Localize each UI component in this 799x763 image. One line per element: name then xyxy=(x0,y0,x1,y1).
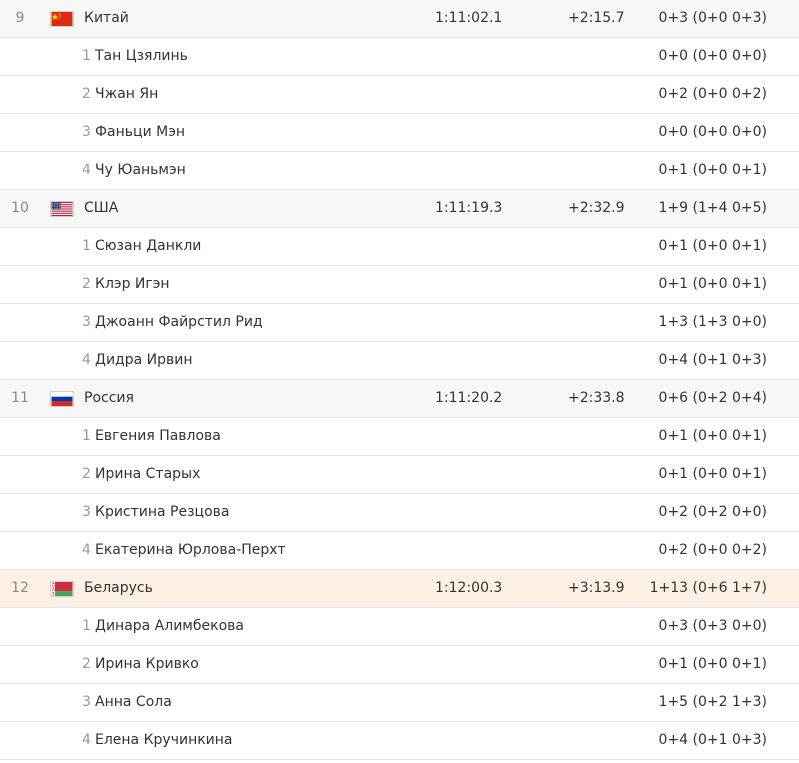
team-country: Россия xyxy=(84,390,134,406)
athlete-name: Фаньци Мэн xyxy=(95,124,186,140)
team-time: 1:11:19.3 xyxy=(435,200,503,216)
athlete-penalties: 0+1 (0+0 0+1) xyxy=(658,238,767,254)
athlete-penalties: 0+0 (0+0 0+0) xyxy=(658,124,767,140)
athlete-name: Чу Юаньмэн xyxy=(95,162,186,178)
team-country: Китай xyxy=(84,10,129,26)
athlete-leg-number: 4 xyxy=(82,542,91,558)
athlete-leg-number: 1 xyxy=(82,48,91,64)
athlete-leg-number: 4 xyxy=(82,732,91,748)
athlete-name: Екатерина Юрлова-Перхт xyxy=(95,542,286,558)
athlete-leg-number: 1 xyxy=(82,428,91,444)
athlete-name: Клэр Игэн xyxy=(95,276,170,292)
team-gap: +3:13.9 xyxy=(568,580,625,596)
team-row-9[interactable]: 9 Китай 1:11:02.1 +2:15.7 0+3 (0+0 0+3) xyxy=(0,0,799,38)
team-gap: +2:15.7 xyxy=(568,10,625,26)
athlete-row[interactable]: 2 Клэр Игэн 0+1 (0+0 0+1) xyxy=(0,266,799,304)
athlete-row[interactable]: 1 Сюзан Данкли 0+1 (0+0 0+1) xyxy=(0,228,799,266)
team-country: Беларусь xyxy=(84,580,153,596)
athlete-penalties: 0+2 (0+0 0+2) xyxy=(658,86,767,102)
athlete-penalties: 0+1 (0+0 0+1) xyxy=(658,466,767,482)
athlete-name: Кристина Резцова xyxy=(95,504,230,520)
athlete-row[interactable]: 3 Анна Сола 1+5 (0+2 1+3) xyxy=(0,684,799,722)
athlete-leg-number: 3 xyxy=(82,124,91,140)
athlete-name: Дидра Ирвин xyxy=(95,352,193,368)
relay-results-table: 9 Китай 1:11:02.1 +2:15.7 0+3 (0+0 0+3) … xyxy=(0,0,799,760)
athlete-name: Чжан Ян xyxy=(95,86,159,102)
team-penalties: 1+13 (0+6 1+7) xyxy=(649,580,767,596)
athlete-row[interactable]: 4 Екатерина Юрлова-Перхт 0+2 (0+0 0+2) xyxy=(0,532,799,570)
team-row-10[interactable]: 10 США 1:11:19.3 +2:32.9 1+9 (1+4 0+5) xyxy=(0,190,799,228)
athlete-row[interactable]: 3 Джоанн Файрстил Рид 1+3 (1+3 0+0) xyxy=(0,304,799,342)
athlete-name: Динара Алимбекова xyxy=(95,618,244,634)
team-time: 1:11:20.2 xyxy=(435,390,503,406)
athlete-leg-number: 2 xyxy=(82,276,91,292)
athlete-leg-number: 2 xyxy=(82,86,91,102)
team-rank: 11 xyxy=(11,390,29,406)
athlete-row[interactable]: 2 Ирина Кривко 0+1 (0+0 0+1) xyxy=(0,646,799,684)
team-time: 1:12:00.3 xyxy=(435,580,503,596)
athlete-leg-number: 2 xyxy=(82,466,91,482)
athlete-row[interactable]: 2 Ирина Старых 0+1 (0+0 0+1) xyxy=(0,456,799,494)
team-penalties: 0+3 (0+0 0+3) xyxy=(658,10,767,26)
athlete-row[interactable]: 1 Евгения Павлова 0+1 (0+0 0+1) xyxy=(0,418,799,456)
athlete-row[interactable]: 1 Динара Алимбекова 0+3 (0+3 0+0) xyxy=(0,608,799,646)
athlete-row[interactable]: 2 Чжан Ян 0+2 (0+0 0+2) xyxy=(0,76,799,114)
athlete-penalties: 0+4 (0+1 0+3) xyxy=(658,732,767,748)
belarus-flag-icon xyxy=(50,581,74,597)
team-rank: 12 xyxy=(11,580,29,596)
team-row-12[interactable]: 12 Беларусь 1:12:00.3 +3:13.9 1+13 (0+6 … xyxy=(0,570,799,608)
athlete-row[interactable]: 1 Тан Цзялинь 0+0 (0+0 0+0) xyxy=(0,38,799,76)
team-penalties: 0+6 (0+2 0+4) xyxy=(658,390,767,406)
athlete-name: Евгения Павлова xyxy=(95,428,221,444)
athlete-name: Сюзан Данкли xyxy=(95,238,202,254)
team-rank: 10 xyxy=(11,200,29,216)
athlete-leg-number: 1 xyxy=(82,618,91,634)
athlete-leg-number: 4 xyxy=(82,352,91,368)
team-time: 1:11:02.1 xyxy=(435,10,503,26)
team-rank: 9 xyxy=(15,10,25,26)
athlete-penalties: 0+1 (0+0 0+1) xyxy=(658,276,767,292)
team-gap: +2:33.8 xyxy=(568,390,625,406)
athlete-name: Ирина Кривко xyxy=(95,656,199,672)
athlete-penalties: 0+2 (0+2 0+0) xyxy=(658,504,767,520)
athlete-row[interactable]: 4 Елена Кручинкина 0+4 (0+1 0+3) xyxy=(0,722,799,760)
athlete-penalties: 0+4 (0+1 0+3) xyxy=(658,352,767,368)
athlete-leg-number: 1 xyxy=(82,238,91,254)
athlete-penalties: 0+1 (0+0 0+1) xyxy=(658,162,767,178)
usa-flag-icon xyxy=(50,201,74,217)
russia-flag-icon xyxy=(50,391,74,407)
team-penalties: 1+9 (1+4 0+5) xyxy=(658,200,767,216)
athlete-penalties: 0+1 (0+0 0+1) xyxy=(658,656,767,672)
athlete-row[interactable]: 4 Чу Юаньмэн 0+1 (0+0 0+1) xyxy=(0,152,799,190)
athlete-leg-number: 3 xyxy=(82,314,91,330)
team-row-11[interactable]: 11 Россия 1:11:20.2 +2:33.8 0+6 (0+2 0+4… xyxy=(0,380,799,418)
athlete-name: Ирина Старых xyxy=(95,466,201,482)
athlete-penalties: 0+0 (0+0 0+0) xyxy=(658,48,767,64)
team-country: США xyxy=(84,200,119,216)
athlete-row[interactable]: 3 Кристина Резцова 0+2 (0+2 0+0) xyxy=(0,494,799,532)
athlete-penalties: 0+3 (0+3 0+0) xyxy=(658,618,767,634)
athlete-leg-number: 3 xyxy=(82,504,91,520)
athlete-name: Анна Сола xyxy=(95,694,172,710)
athlete-leg-number: 3 xyxy=(82,694,91,710)
athlete-penalties: 1+3 (1+3 0+0) xyxy=(658,314,767,330)
team-gap: +2:32.9 xyxy=(568,200,625,216)
athlete-row[interactable]: 4 Дидра Ирвин 0+4 (0+1 0+3) xyxy=(0,342,799,380)
athlete-leg-number: 4 xyxy=(82,162,91,178)
athlete-name: Тан Цзялинь xyxy=(95,48,188,64)
china-flag-icon xyxy=(50,11,74,27)
athlete-name: Елена Кручинкина xyxy=(95,732,233,748)
athlete-name: Джоанн Файрстил Рид xyxy=(95,314,263,330)
athlete-penalties: 0+2 (0+0 0+2) xyxy=(658,542,767,558)
athlete-penalties: 1+5 (0+2 1+3) xyxy=(658,694,767,710)
athlete-penalties: 0+1 (0+0 0+1) xyxy=(658,428,767,444)
athlete-row[interactable]: 3 Фаньци Мэн 0+0 (0+0 0+0) xyxy=(0,114,799,152)
athlete-leg-number: 2 xyxy=(82,656,91,672)
